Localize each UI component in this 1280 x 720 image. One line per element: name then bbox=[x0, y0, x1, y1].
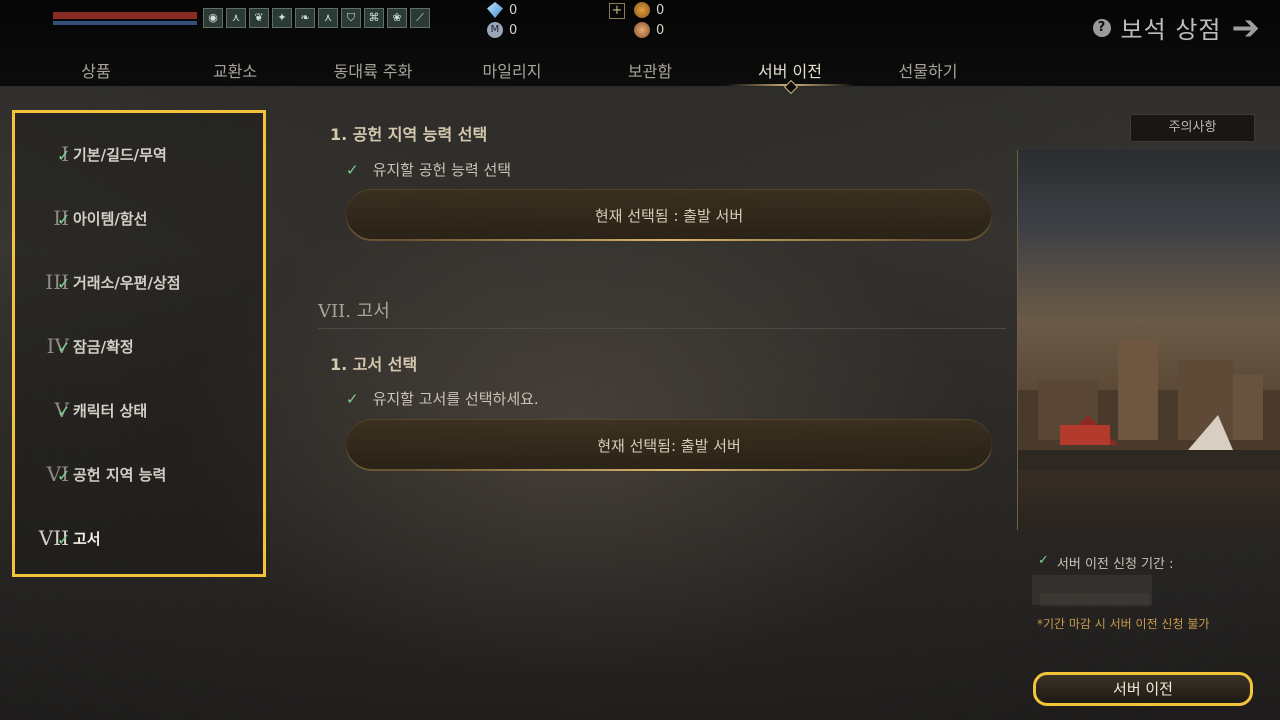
ancient-book-select-button[interactable]: 현재 선택됨: 출발 서버 bbox=[346, 419, 992, 471]
contribution-check-row: ✓ 유지할 공헌 능력 선택 bbox=[346, 159, 511, 180]
check-icon: ✓ bbox=[57, 466, 71, 485]
deadline-warning: *기간 마감 시 서버 이전 신청 불가 bbox=[1037, 617, 1210, 631]
diamond-icon bbox=[487, 2, 503, 18]
bronze-coin-currency: 0 bbox=[634, 22, 664, 38]
server-transfer-button[interactable]: 서버 이전 bbox=[1033, 672, 1253, 706]
ancient-book-check-text: 유지할 고서를 선택하세요. bbox=[372, 390, 539, 408]
m-coin-icon: M bbox=[487, 22, 503, 38]
diamond-count: 0 bbox=[509, 2, 518, 18]
gold-coin-icon bbox=[634, 2, 650, 18]
mana-bar bbox=[53, 21, 197, 25]
bronze-coin-count: 0 bbox=[656, 22, 665, 38]
bronze-coin-icon bbox=[634, 22, 650, 38]
check-icon: ✓ bbox=[57, 210, 71, 229]
buff-icon: ⋏ bbox=[226, 8, 246, 28]
tab-mileage[interactable]: 마일리지 bbox=[483, 58, 542, 82]
ancient-book-select-label: 현재 선택됨: 출발 서버 bbox=[597, 436, 741, 455]
ancient-book-check-row: ✓ 유지할 고서를 선택하세요. bbox=[346, 388, 539, 409]
add-currency-button[interactable]: + bbox=[609, 3, 625, 19]
buff-icon: ❦ bbox=[249, 8, 269, 28]
tab-storage[interactable]: 보관함 bbox=[628, 58, 672, 82]
sidebar-item-label: 아이템/함선 bbox=[73, 210, 148, 228]
check-icon: ✓ bbox=[57, 402, 71, 421]
contribution-check-text: 유지할 공헌 능력 선택 bbox=[372, 161, 512, 179]
help-icon[interactable]: ? bbox=[1092, 18, 1111, 37]
check-icon: ✓ bbox=[346, 389, 359, 408]
buff-icon: ❧ bbox=[295, 8, 315, 28]
buff-icon: ◉ bbox=[203, 8, 223, 28]
tab-exchange[interactable]: 교환소 bbox=[213, 58, 257, 82]
buff-icons: ◉ ⋏ ❦ ✦ ❧ ⋏ ⛉ ⌘ ❀ ⟋ bbox=[203, 8, 430, 28]
sidebar-item-label: 거래소/우편/상점 bbox=[73, 274, 181, 292]
buff-icon: ⋏ bbox=[318, 8, 338, 28]
sidebar-item-label: 고서 bbox=[73, 530, 101, 548]
tab-bar: 상품 교환소 동대륙 주화 마일리지 보관함 서버 이전 선물하기 bbox=[0, 54, 1280, 86]
shop-title-area: ? 보석 상점 ➔ bbox=[1092, 10, 1261, 45]
check-icon: ✓ bbox=[346, 160, 359, 179]
notice-button[interactable]: 주의사항 bbox=[1130, 114, 1255, 142]
transfer-period-label: 서버 이전 신청 기간 : bbox=[1056, 557, 1174, 572]
health-bar bbox=[53, 12, 197, 19]
sidebar-item-label: 잠금/확정 bbox=[73, 338, 134, 356]
redacted-period-value-2 bbox=[1040, 593, 1150, 607]
buff-icon: ⛉ bbox=[341, 8, 361, 28]
contribution-select-button[interactable]: 현재 선택됨 : 출발 서버 bbox=[346, 189, 992, 241]
transfer-period-row: ✓ 서버 이전 신청 기간 : bbox=[1038, 553, 1174, 572]
diamond-currency: 0 bbox=[487, 2, 517, 18]
check-icon: ✓ bbox=[57, 274, 71, 293]
sidebar-item-label: 공헌 지역 능력 bbox=[73, 466, 167, 484]
sidebar-item-label: 캐릭터 상태 bbox=[73, 402, 148, 420]
contribution-heading: 1. 공헌 지역 능력 선택 bbox=[330, 125, 488, 144]
buff-icon: ⟋ bbox=[410, 8, 430, 28]
sidebar-item-contribution[interactable]: VI ✓ 공헌 지역 능력 bbox=[15, 459, 263, 489]
check-icon: ✓ bbox=[57, 530, 71, 549]
tab-east-coin[interactable]: 동대륙 주화 bbox=[334, 58, 413, 82]
contribution-select-label: 현재 선택됨 : 출발 서버 bbox=[594, 206, 744, 225]
sidebar-item-trade[interactable]: III ✓ 거래소/우편/상점 bbox=[15, 267, 263, 297]
transfer-category-list: I ✓ 기본/길드/무역 II ✓ 아이템/함선 III ✓ 거래소/우편/상점… bbox=[12, 110, 266, 577]
gold-coin-currency: 0 bbox=[634, 2, 664, 18]
sidebar-item-ancient-book[interactable]: VII ✓ 고서 bbox=[15, 523, 263, 553]
sidebar-item-items[interactable]: II ✓ 아이템/함선 bbox=[15, 203, 263, 233]
server-banner-image bbox=[1017, 150, 1280, 530]
castle-illustration bbox=[1018, 340, 1280, 470]
sidebar-item-character[interactable]: V ✓ 캐릭터 상태 bbox=[15, 395, 263, 425]
sidebar-item-label: 기본/길드/무역 bbox=[73, 146, 167, 164]
tab-gift[interactable]: 선물하기 bbox=[899, 58, 958, 82]
check-icon: ✓ bbox=[57, 338, 71, 357]
check-icon: ✓ bbox=[1038, 553, 1049, 568]
top-bar: ◉ ⋏ ❦ ✦ ❧ ⋏ ⛉ ⌘ ❀ ⟋ 0 M 0 + 0 0 ? 보석 상점 … bbox=[0, 0, 1280, 87]
arrow-right-icon[interactable]: ➔ bbox=[1232, 11, 1261, 45]
section-title: VII. 고서 bbox=[318, 301, 390, 322]
buff-icon: ✦ bbox=[272, 8, 292, 28]
sidebar-item-lock[interactable]: IV ✓ 잠금/확정 bbox=[15, 331, 263, 361]
health-mana-bar bbox=[53, 12, 197, 26]
buff-icon: ⌘ bbox=[364, 8, 384, 28]
tab-products[interactable]: 상품 bbox=[81, 58, 110, 82]
gold-coin-count: 0 bbox=[656, 2, 665, 18]
tab-server-transfer[interactable]: 서버 이전 bbox=[758, 58, 822, 82]
m-coin-currency: M 0 bbox=[487, 22, 517, 38]
ancient-book-heading: 1. 고서 선택 bbox=[330, 355, 418, 374]
m-coin-count: 0 bbox=[509, 22, 518, 38]
sidebar-item-basic[interactable]: I ✓ 기본/길드/무역 bbox=[15, 139, 263, 169]
buff-icon: ❀ bbox=[387, 8, 407, 28]
check-icon: ✓ bbox=[57, 146, 71, 165]
section-divider bbox=[318, 328, 1006, 329]
shop-title: 보석 상점 bbox=[1120, 16, 1222, 44]
